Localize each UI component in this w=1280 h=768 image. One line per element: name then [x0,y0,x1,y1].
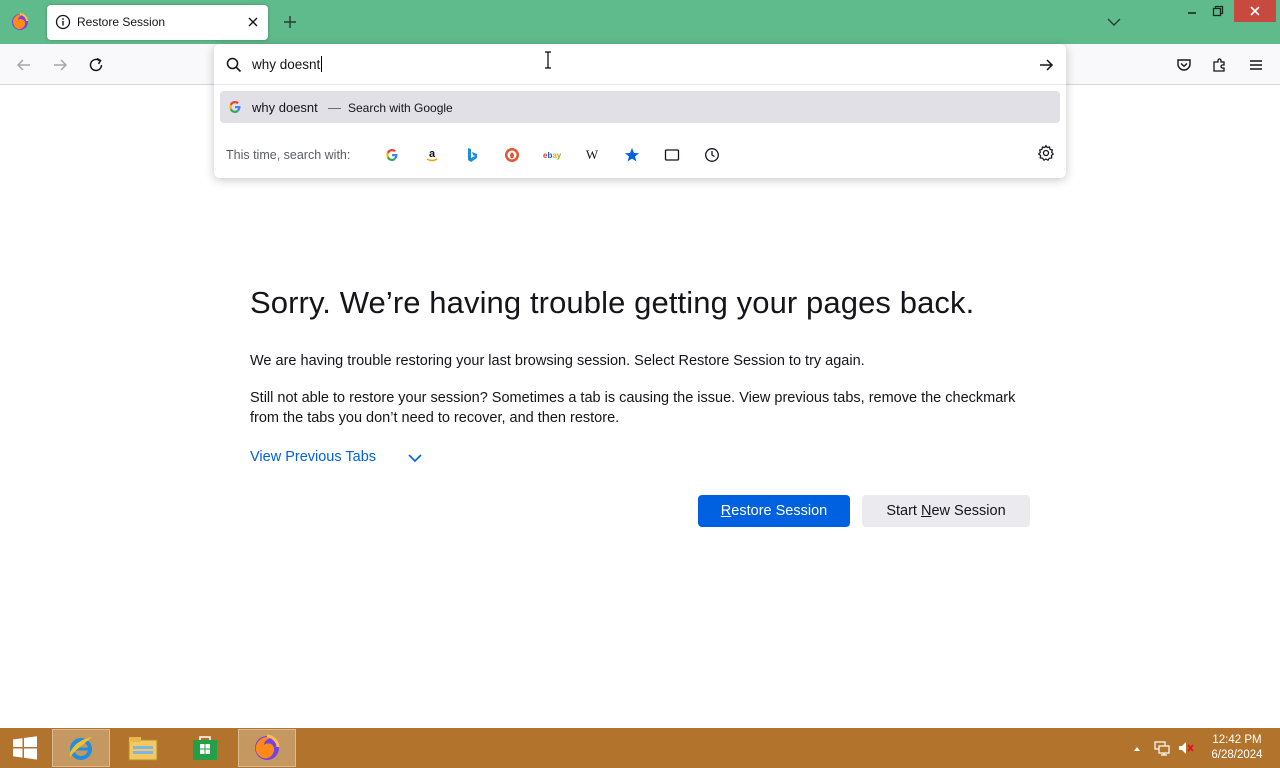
tab-close-icon[interactable] [246,15,260,29]
restore-window-button[interactable] [1204,0,1232,22]
firefox-taskbar-icon[interactable] [238,729,296,767]
wikipedia-icon[interactable]: W [582,145,602,165]
info-icon [55,14,71,30]
windows-taskbar: 12:42 PM 6/28/2024 [0,728,1280,768]
suggestion-text: why doesnt [252,100,318,115]
url-input-value: why doesnt [252,57,321,72]
start-new-session-label-start: Start [886,503,921,519]
urlbar-divider [214,84,1066,85]
search-settings-gear-icon[interactable] [1037,144,1055,162]
restore-help-message: Still not able to restore your session? … [250,390,1016,426]
start-new-session-label-end: ew Session [931,503,1006,519]
restore-session-content: Sorry. We’re having trouble getting your… [250,285,1040,527]
text-cursor-icon [543,51,553,69]
extensions-icon[interactable] [1208,53,1232,77]
page-title: Sorry. We’re having trouble getting your… [250,285,975,320]
system-clock[interactable]: 12:42 PM 6/28/2024 [1206,733,1268,763]
amazon-icon[interactable]: a [422,145,442,165]
clock-time: 12:42 PM [1212,734,1262,746]
url-input[interactable]: why doesnt [252,56,323,72]
volume-muted-icon[interactable] [1177,740,1195,756]
bing-icon[interactable] [462,145,482,165]
chevron-down-icon[interactable] [407,450,423,466]
forward-button[interactable] [48,53,72,77]
show-hidden-icons-icon[interactable] [1131,742,1143,754]
bookmarks-icon[interactable] [622,145,642,165]
urlbar-popup: why doesnt why doesnt — Search with Goog… [214,44,1066,178]
search-icon [225,56,243,74]
go-arrow-icon[interactable] [1037,56,1055,74]
app-menu-icon[interactable] [1244,53,1268,77]
firefox-view-icon[interactable] [10,12,30,32]
tab-bar: Restore Session [0,0,1280,44]
windows-store-icon[interactable] [176,729,234,767]
file-explorer-icon[interactable] [114,729,172,767]
internet-explorer-icon[interactable] [52,729,110,767]
search-suggestion-row[interactable]: why doesnt — Search with Google [220,91,1060,123]
google-icon[interactable] [382,145,402,165]
start-new-session-button[interactable]: Start New Session [862,495,1030,527]
start-new-session-accesskey: N [921,503,932,519]
suggestion-action: Search with Google [348,101,453,115]
restore-session-label: estore Session [731,503,828,519]
one-off-search-label: This time, search with: [226,148,351,162]
svg-text:ebay: ebay [543,151,561,160]
suggestion-separator: — [328,100,341,115]
restore-message: We are having trouble restoring your las… [250,353,865,369]
clock-date: 6/28/2024 [1211,749,1263,761]
back-button[interactable] [12,53,36,77]
list-all-tabs-icon[interactable] [1104,12,1124,32]
minimize-button[interactable] [1178,0,1206,22]
restore-session-button[interactable]: Restore Session [698,495,850,527]
ebay-icon[interactable]: ebay [542,145,562,165]
duckduckgo-icon[interactable] [502,145,522,165]
tab-restore-session[interactable]: Restore Session [47,5,268,40]
restore-session-accesskey: R [720,503,732,519]
google-icon [228,100,242,114]
history-icon[interactable] [702,145,722,165]
reload-button[interactable] [84,53,108,77]
pocket-icon[interactable] [1172,53,1196,77]
tab-title: Restore Session [77,15,166,29]
windows-start-icon[interactable] [0,728,50,768]
network-icon[interactable] [1153,740,1171,756]
close-window-button[interactable] [1234,0,1276,22]
svg-text:W: W [586,147,599,162]
view-previous-tabs-link[interactable]: View Previous Tabs [250,449,376,465]
new-tab-icon[interactable] [280,12,300,32]
text-caret [321,56,323,72]
tabs-icon[interactable] [662,145,682,165]
svg-text:a: a [429,148,436,160]
